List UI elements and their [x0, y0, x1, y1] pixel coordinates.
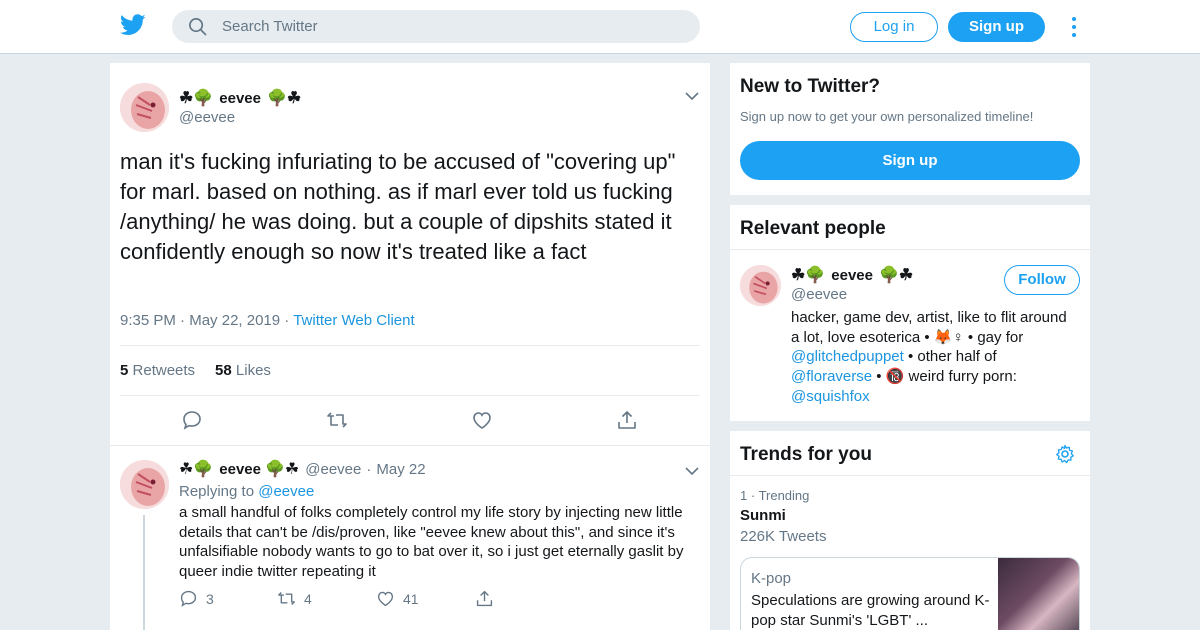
tweet-detail: ☘🌳 eevee 🌳☘ @eevee man it's fucking infu… — [110, 63, 710, 630]
reply-author-row: ☘🌳 eevee 🌳☘ @eevee · May 22 — [179, 460, 426, 479]
name-emoji-left: ☘🌳 — [179, 90, 214, 107]
tweet-stats: 5 Retweets 58 Likes — [120, 362, 271, 379]
reply-author-name[interactable]: eevee — [219, 461, 261, 478]
top-bar: Search Twitter Log in Sign up — [0, 0, 1200, 54]
tweet-time[interactable]: 9:35 PM — [120, 312, 176, 329]
author-handle[interactable]: @eevee — [179, 109, 235, 126]
signup-card-subtitle: Sign up now to get your own personalized… — [740, 109, 1034, 124]
reply-avatar[interactable] — [120, 460, 169, 509]
name-emoji-left: ☘🌳 — [179, 461, 214, 478]
login-button[interactable]: Log in — [850, 12, 938, 42]
bio-text: hacker, game dev, artist, like to flit a… — [791, 309, 1067, 346]
trend-count: 226K Tweets — [740, 528, 827, 545]
reply-reply-button[interactable]: 3 — [179, 589, 214, 608]
bio-link-squishfox[interactable]: @squishfox — [791, 388, 870, 405]
chevron-down-icon[interactable] — [685, 91, 699, 101]
reply-actions: 3 4 41 — [179, 589, 579, 609]
avatar-image — [120, 460, 169, 509]
divider — [730, 249, 1090, 250]
retweet-icon[interactable] — [326, 409, 348, 431]
divider — [120, 345, 700, 346]
reply-icon — [180, 590, 197, 607]
bio-text: • 🔞 weird furry porn: — [872, 368, 1017, 386]
search-input[interactable]: Search Twitter — [172, 10, 700, 43]
person-bio: hacker, game dev, artist, like to flit a… — [791, 308, 1076, 407]
more-options-icon[interactable] — [1071, 16, 1077, 38]
tweet-actions — [120, 409, 700, 433]
like-count: 41 — [403, 590, 419, 607]
trend-rank: 1 — [740, 488, 748, 503]
person-name[interactable]: ☘🌳 eevee 🌳☘ — [791, 265, 915, 285]
like-icon[interactable] — [471, 409, 493, 431]
divider — [110, 445, 710, 446]
divider — [730, 475, 1090, 476]
reply-like-button[interactable]: 41 — [376, 589, 419, 608]
retweet-icon — [278, 591, 295, 606]
name-emoji-left: ☘🌳 — [791, 267, 826, 284]
share-icon — [476, 590, 493, 607]
search-placeholder: Search Twitter — [222, 18, 318, 35]
reply-text: a small handful of folks completely cont… — [179, 504, 684, 580]
chevron-down-icon[interactable] — [685, 466, 699, 476]
trends-title: Trends for you — [740, 444, 872, 465]
author-display-name: eevee — [219, 89, 261, 107]
person-handle[interactable]: @eevee — [791, 286, 847, 303]
gear-icon[interactable] — [1055, 444, 1075, 464]
replying-to-link[interactable]: @eevee — [258, 483, 314, 500]
author-name[interactable]: ☘🌳 eevee 🌳☘ — [179, 88, 303, 108]
search-icon — [189, 18, 207, 36]
tweet-client-link[interactable]: Twitter Web Client — [293, 312, 414, 329]
trends-card: Trends for you 1 · Trending Sunmi 226K T… — [730, 431, 1090, 630]
avatar-image — [120, 83, 169, 132]
bio-text: • other half of — [903, 348, 997, 366]
signup-card-title: New to Twitter? — [740, 76, 881, 97]
relevant-people-card: Relevant people ☘🌳 eevee 🌳☘ @eevee Follo… — [730, 205, 1090, 421]
reply-author-handle[interactable]: @eevee — [305, 461, 361, 478]
bio-link-glitchedpuppet[interactable]: @glitchedpuppet — [791, 348, 904, 365]
reply-date[interactable]: May 22 — [376, 461, 425, 478]
story-headline: Speculations are growing around K-pop st… — [751, 592, 990, 629]
signup-card: New to Twitter? Sign up now to get your … — [730, 63, 1090, 195]
tweet-text: man it's fucking infuriating to be accus… — [120, 149, 676, 264]
like-icon — [377, 591, 394, 607]
avatar-image — [740, 265, 781, 306]
name-emoji-right: 🌳☘ — [264, 461, 300, 478]
follow-button[interactable]: Follow — [1004, 265, 1080, 295]
reply-retweet-button[interactable]: 4 — [277, 589, 312, 608]
avatar[interactable] — [120, 83, 169, 132]
retweet-stat[interactable]: 5 Retweets — [120, 362, 195, 379]
like-stat[interactable]: 58 Likes — [215, 362, 271, 379]
tweet-meta: 9:35 PM · May 22, 2019 · Twitter Web Cli… — [120, 312, 415, 329]
story-category: K-pop — [751, 570, 792, 587]
share-icon[interactable] — [616, 409, 638, 431]
reply-count: 3 — [206, 590, 214, 607]
person-avatar[interactable] — [740, 265, 781, 306]
trend-story-card[interactable]: K-pop Speculations are growing around K-… — [740, 557, 1080, 630]
reply-share-button[interactable] — [475, 589, 494, 608]
person-display-name: eevee — [831, 266, 873, 284]
reply-icon[interactable] — [181, 409, 203, 431]
name-emoji-right: 🌳☘ — [266, 90, 302, 107]
relevant-people-title: Relevant people — [740, 218, 886, 239]
signup-button[interactable]: Sign up — [948, 12, 1045, 42]
trend-name[interactable]: Sunmi — [740, 507, 786, 524]
name-emoji-right: 🌳☘ — [878, 267, 914, 284]
trend-label: Trending — [758, 488, 810, 503]
twitter-logo-icon[interactable] — [120, 14, 146, 36]
tweet-date[interactable]: May 22, 2019 — [189, 312, 280, 329]
bio-link-floraverse[interactable]: @floraverse — [791, 368, 872, 385]
trend-meta: 1 · Trending — [740, 488, 810, 503]
replying-to: Replying to @eevee — [179, 483, 314, 500]
story-thumbnail — [998, 558, 1079, 630]
thread-line — [143, 515, 145, 630]
signup-card-button[interactable]: Sign up — [740, 141, 1080, 180]
divider — [120, 395, 700, 396]
retweet-count: 4 — [304, 590, 312, 607]
replying-label: Replying to — [179, 483, 255, 500]
